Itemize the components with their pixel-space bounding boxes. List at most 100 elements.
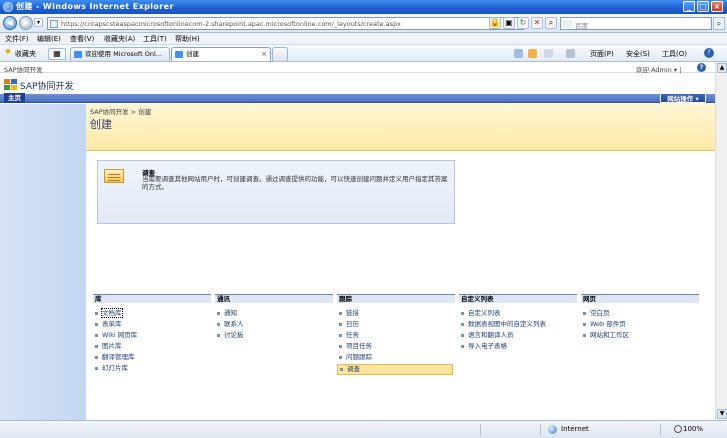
category-heading: 自定义列表 (459, 294, 577, 303)
tools-menu[interactable]: 工具(O) (662, 49, 687, 59)
safety-menu[interactable]: 安全(S) (626, 49, 650, 59)
user-menu[interactable]: 欢迎 Admin ▾ | (636, 64, 681, 74)
list-item[interactable]: 讨论板 (215, 331, 333, 342)
feeds-icon[interactable] (528, 49, 537, 58)
list-item[interactable]: 链接 (337, 309, 455, 320)
baidu-icon (563, 20, 572, 28)
address-field[interactable]: https://cntapscsteaspacmicrosoftonlineco… (47, 17, 524, 30)
close-tab-icon[interactable]: × (261, 48, 267, 60)
category-heading: 通讯 (215, 294, 333, 303)
print-icon[interactable] (566, 49, 575, 58)
close-window-button[interactable]: × (711, 1, 723, 12)
help-icon[interactable]: ? (704, 48, 714, 58)
new-tab-button[interactable] (272, 47, 288, 61)
tab-welcome-label: 欢迎使用 Microsoft Onl... (85, 50, 162, 58)
description-text: 当需要调查其他网站用户时，可创建调查。通过调查提供的功能，可以快速创建问题并定义… (142, 175, 448, 191)
compatibility-icon[interactable]: ▣ (503, 17, 515, 29)
category-communications: 通讯 通知 联系人 讨论板 (215, 294, 333, 342)
list-item[interactable]: 幻灯片库 (93, 364, 211, 375)
menu-edit[interactable]: 编辑(E) (37, 34, 61, 44)
back-button[interactable]: ◀ (3, 16, 17, 30)
category-heading: 跟踪 (337, 294, 455, 303)
category-tracking: 跟踪 链接 日历 任务 项目任务 问题跟踪 调查 (337, 294, 455, 375)
list-item[interactable]: 项目任务 (337, 342, 455, 353)
tab-create-label: 创建 (186, 50, 199, 58)
window-titlebar: 创建 - Windows Internet Explorer _ □ × (0, 0, 727, 14)
tab-create[interactable]: 创建 × (171, 47, 271, 61)
list-item[interactable]: 表单库 (93, 320, 211, 331)
stop-icon[interactable]: ✕ (531, 17, 543, 29)
menu-view[interactable]: 查看(V) (70, 34, 94, 44)
sharepoint-global-bar: SAP协同开发 欢迎 Admin ▾ | ? (0, 62, 715, 74)
maximize-button[interactable]: □ (697, 1, 709, 12)
forward-button[interactable]: ▶ (19, 16, 33, 30)
favorites-star-icon[interactable]: ★ (4, 48, 13, 57)
favorites-button[interactable]: 收藏夹 (15, 49, 36, 59)
breadcrumb[interactable]: SAP协同开发 > 创建 (90, 106, 151, 116)
page-icon (50, 20, 58, 28)
category-web-pages: 网页 空白页 Web 部件页 网站和工作区 (581, 294, 699, 342)
site-link-small[interactable]: SAP协同开发 (4, 64, 43, 74)
menu-help[interactable]: 帮助(H) (175, 34, 200, 44)
page-viewport: SAP协同开发 欢迎 Admin ▾ | ? SAP协同开发 主页 网站操作 ▾… (0, 62, 715, 420)
menu-bar: 文件(F) 编辑(E) 查看(V) 收藏夹(A) 工具(T) 帮助(H) (0, 33, 727, 45)
tab-welcome[interactable]: 欢迎使用 Microsoft Onl... (70, 47, 170, 61)
security-zone[interactable]: Internet (561, 425, 589, 433)
list-item[interactable]: 数据表视图中的自定义列表 (459, 320, 577, 331)
category-heading: 库 (93, 294, 211, 303)
lock-icon[interactable]: 🔒 (489, 17, 501, 29)
list-item[interactable]: Web 部件页 (581, 320, 699, 331)
site-title[interactable]: SAP协同开发 (20, 79, 73, 92)
list-item[interactable]: 文档库 (93, 308, 211, 320)
quick-tabs-icon[interactable]: ▦ (48, 48, 66, 60)
page-menu[interactable]: 页面(P) (590, 49, 614, 59)
home-icon[interactable] (514, 49, 523, 58)
list-item[interactable]: 网站和工作区 (581, 331, 699, 342)
list-item[interactable]: Wiki 网页库 (93, 331, 211, 342)
list-item[interactable]: 自定义列表 (459, 309, 577, 320)
search-go-icon[interactable]: ⌕ (713, 17, 725, 30)
zoom-level[interactable]: 100% (683, 425, 703, 433)
sharepoint-tab-icon (74, 51, 82, 58)
survey-icon (104, 169, 124, 183)
zoom-icon (674, 425, 682, 433)
favorites-bar: ★ 收藏夹 ▦ 欢迎使用 Microsoft Onl... 创建 × 页面(P)… (0, 45, 727, 62)
sharepoint-logo-icon (4, 79, 17, 91)
search-provider-icon[interactable]: ⌕ (545, 17, 557, 29)
description-panel: 调查 当需要调查其他网站用户时，可创建调查。通过调查提供的功能，可以快速创建问题… (97, 160, 455, 224)
vertical-scrollbar[interactable]: ▲ ▼ (715, 62, 727, 420)
refresh-icon[interactable]: ↻ (517, 17, 529, 29)
status-divider (540, 424, 541, 436)
status-divider (480, 424, 481, 436)
mail-icon[interactable] (544, 49, 553, 58)
window-title: 创建 - Windows Internet Explorer (16, 2, 174, 11)
list-item[interactable]: 导入电子表格 (459, 342, 577, 353)
list-item[interactable]: 空白页 (581, 309, 699, 320)
list-item[interactable]: 通知 (215, 309, 333, 320)
scroll-up-icon[interactable]: ▲ (717, 63, 727, 73)
minimize-button[interactable]: _ (683, 1, 695, 12)
search-placeholder: 百度 (575, 22, 588, 30)
menu-file[interactable]: 文件(F) (5, 34, 29, 44)
menu-tools[interactable]: 工具(T) (143, 34, 167, 44)
list-item[interactable]: 任务 (337, 331, 455, 342)
search-input[interactable]: 百度 (560, 17, 712, 30)
list-item[interactable]: 联系人 (215, 320, 333, 331)
list-item[interactable]: 语言和翻译人员 (459, 331, 577, 342)
scroll-down-icon[interactable]: ▼ (717, 409, 727, 419)
site-actions-menu[interactable]: 网站操作 ▾ (660, 93, 706, 103)
status-divider (660, 424, 661, 436)
sp-help-icon[interactable]: ? (697, 63, 706, 72)
menu-favorites[interactable]: 收藏夹(A) (104, 34, 135, 44)
internet-zone-icon (548, 425, 557, 434)
history-dropdown-icon[interactable]: ▾ (34, 18, 43, 27)
category-heading: 网页 (581, 294, 699, 303)
list-item[interactable]: 翻译管理库 (93, 353, 211, 364)
list-item[interactable]: 问题跟踪 (337, 353, 455, 364)
sharepoint-tab-icon (175, 51, 183, 58)
list-item[interactable]: 图片库 (93, 342, 211, 353)
list-item-selected[interactable]: 调查 (337, 364, 453, 375)
site-title-row: SAP协同开发 (0, 74, 715, 94)
list-item[interactable]: 日历 (337, 320, 455, 331)
home-tab[interactable]: 主页 (4, 93, 25, 103)
